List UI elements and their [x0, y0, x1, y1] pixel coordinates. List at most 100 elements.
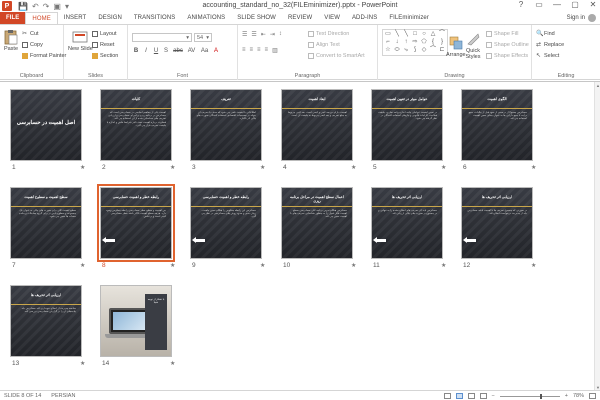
- justify-icon[interactable]: ≡: [265, 47, 269, 54]
- save-icon[interactable]: 💾: [18, 2, 28, 11]
- transition-star-icon[interactable]: ★: [351, 164, 356, 171]
- slide-thumbnail[interactable]: سطح اهمیت و سطوح اهمیت سطح اهمیت کلی برای…: [10, 187, 82, 259]
- transition-star-icon[interactable]: ★: [531, 262, 536, 269]
- start-slideshow-icon[interactable]: ▣: [53, 2, 61, 11]
- maximize-icon[interactable]: ▢: [570, 0, 580, 9]
- font-color-button[interactable]: A: [213, 48, 219, 54]
- columns-icon[interactable]: ▥: [272, 47, 278, 54]
- strikethrough-button[interactable]: abc: [173, 48, 183, 54]
- transition-star-icon[interactable]: ★: [260, 262, 265, 269]
- sign-in[interactable]: Sign in: [567, 13, 596, 23]
- slide-thumbnail[interactable]: ارزیابی اثر تحریف ها در صورتی که مجموع تح…: [461, 187, 533, 259]
- slide-thumbnail[interactable]: عوامل موثر در تعیین اهمیت در تعیین اهمیت …: [371, 89, 443, 161]
- shape-icon[interactable]: ◇: [420, 47, 428, 54]
- scroll-up-icon[interactable]: ▲: [595, 83, 600, 88]
- transition-star-icon[interactable]: ★: [80, 360, 85, 367]
- minimize-icon[interactable]: —: [552, 0, 562, 9]
- line-spacing-icon[interactable]: ↕: [279, 31, 282, 38]
- customize-qat-icon[interactable]: ▾: [65, 2, 69, 11]
- tab-view[interactable]: VIEW: [318, 12, 346, 24]
- slide-sorter-view-icon[interactable]: [455, 393, 463, 399]
- language-indicator[interactable]: PERSIAN: [51, 393, 75, 399]
- convert-smartart-button[interactable]: Convert to SmartArt: [308, 52, 365, 60]
- shape-icon[interactable]: ⟆: [411, 47, 419, 54]
- text-direction-button[interactable]: Text Direction: [308, 30, 349, 38]
- shape-icon[interactable]: ⌒: [438, 31, 446, 38]
- shape-outline-button[interactable]: Shape Outline: [486, 41, 529, 49]
- section-button[interactable]: Section: [92, 52, 118, 60]
- shape-icon[interactable]: ○: [420, 31, 428, 38]
- transition-star-icon[interactable]: ★: [80, 262, 85, 269]
- shape-icon[interactable]: ⬭: [393, 47, 401, 54]
- shadow-button[interactable]: S: [163, 48, 169, 54]
- fit-to-window-icon[interactable]: [589, 393, 596, 399]
- bold-button[interactable]: B: [133, 48, 139, 54]
- shape-icon[interactable]: ╲: [402, 31, 410, 38]
- shape-effects-button[interactable]: Shape Effects: [486, 52, 528, 60]
- align-left-icon[interactable]: ≡: [242, 47, 246, 54]
- underline-button[interactable]: U: [153, 48, 159, 54]
- shape-fill-button[interactable]: Shape Fill: [486, 30, 518, 38]
- slide-thumbnail[interactable]: اعمال سطح اهمیت در مراحل برنامه ریزی حساب…: [281, 187, 353, 259]
- slide-thumbnail[interactable]: تعریف اطلاعاتی با اهمیت تلقی می شود که حذ…: [190, 89, 262, 161]
- change-case-button[interactable]: Aa: [200, 48, 209, 54]
- shape-icon[interactable]: {: [429, 39, 437, 46]
- zoom-level[interactable]: 78%: [573, 393, 584, 399]
- slide-thumbnail[interactable]: رابطه خطر و اهمیت حسابرسی حسابرس این رابط…: [190, 187, 262, 259]
- font-size-combo[interactable]: 54 ▾: [194, 33, 212, 42]
- undo-icon[interactable]: ↶: [32, 2, 39, 11]
- shape-icon[interactable]: △: [429, 31, 437, 38]
- tab-add-ins[interactable]: ADD-INS: [346, 12, 383, 24]
- transition-star-icon[interactable]: ★: [441, 262, 446, 269]
- zoom-thumb[interactable]: [539, 393, 542, 399]
- shape-icon[interactable]: ⤷: [402, 47, 410, 54]
- tab-fileminimizer[interactable]: FILEminimizer: [383, 12, 435, 24]
- tab-transitions[interactable]: TRANSITIONS: [128, 12, 181, 24]
- transition-star-icon[interactable]: ★: [170, 360, 175, 367]
- increase-indent-icon[interactable]: ⇥: [270, 31, 275, 38]
- font-name-combo[interactable]: ▾: [132, 33, 192, 42]
- transition-star-icon[interactable]: ★: [170, 164, 175, 171]
- select-button[interactable]: ↖ Select: [536, 52, 559, 60]
- transition-star-icon[interactable]: ★: [441, 164, 446, 171]
- shapes-gallery[interactable]: ▭ ╲ ╲ □ ○ △ ⌒ ⌐ ↓ ↑ ⇨ ⬠ { } ☆ ⬭ ⤷ ⟆ ◇ ⌒ …: [382, 29, 448, 56]
- slideshow-view-icon[interactable]: [479, 393, 487, 399]
- help-icon[interactable]: ?: [516, 0, 526, 9]
- find-button[interactable]: 🔍 Find: [536, 30, 555, 38]
- transition-star-icon[interactable]: ★: [170, 262, 175, 269]
- transition-star-icon[interactable]: ★: [80, 164, 85, 171]
- tab-review[interactable]: REVIEW: [282, 12, 318, 24]
- redo-icon[interactable]: ↷: [43, 2, 50, 11]
- shape-icon[interactable]: ⊏: [438, 47, 446, 54]
- shape-icon[interactable]: ↓: [393, 39, 401, 46]
- reading-view-icon[interactable]: [467, 393, 475, 399]
- align-text-button[interactable]: Align Text: [308, 41, 340, 49]
- cut-button[interactable]: ✂ Cut: [22, 30, 39, 38]
- normal-view-icon[interactable]: [443, 393, 451, 399]
- paste-button[interactable]: Paste: [3, 29, 19, 52]
- zoom-slider[interactable]: [499, 393, 560, 399]
- tab-insert[interactable]: INSERT: [58, 12, 93, 24]
- shape-icon[interactable]: □: [411, 31, 419, 38]
- reset-button[interactable]: Reset: [92, 41, 114, 49]
- slide-thumbnail[interactable]: ارزیابی اثر تحریف ها حسابرس باید اثر تحری…: [371, 187, 443, 259]
- decrease-indent-icon[interactable]: ⇤: [261, 31, 266, 38]
- shape-icon[interactable]: ⇨: [411, 39, 419, 46]
- quick-styles-button[interactable]: Quick Styles: [464, 31, 482, 60]
- new-slide-button[interactable]: New Slide: [68, 29, 93, 52]
- close-icon[interactable]: ✕: [588, 0, 598, 9]
- tab-file[interactable]: FILE: [0, 12, 26, 24]
- transition-star-icon[interactable]: ★: [260, 164, 265, 171]
- vertical-scrollbar[interactable]: ▲ ▼: [594, 82, 600, 391]
- format-painter-button[interactable]: Format Painter: [22, 52, 66, 60]
- slide-counter[interactable]: SLIDE 8 OF 14: [4, 393, 41, 399]
- copy-button[interactable]: Copy: [22, 41, 43, 49]
- slide-thumbnail[interactable]: با تشکر از توجه شما: [100, 285, 172, 357]
- shape-icon[interactable]: ⌒: [429, 47, 437, 54]
- slide-thumbnail[interactable]: رابطه خطر و اهمیت حسابرسی بین اهمیت و سطح…: [97, 184, 175, 262]
- align-right-icon[interactable]: ≡: [257, 47, 261, 54]
- shape-icon[interactable]: ↑: [402, 39, 410, 46]
- bullets-icon[interactable]: ☰: [242, 31, 247, 38]
- shape-icon[interactable]: ☆: [384, 47, 392, 54]
- slide-thumbnail[interactable]: ابعاد اهمیت اهمیت دارای دو بعد کمی و کیفی…: [281, 89, 353, 161]
